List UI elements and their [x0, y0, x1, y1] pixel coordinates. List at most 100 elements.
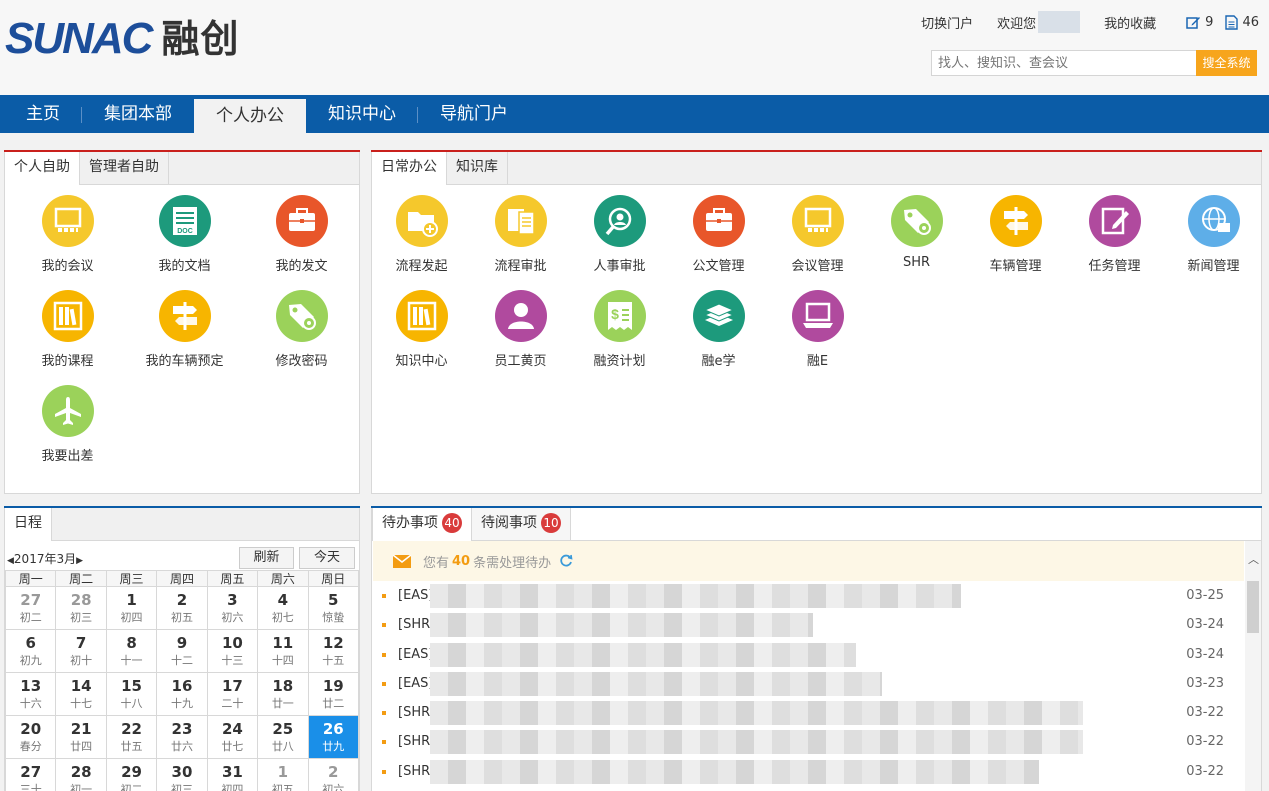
todo-row[interactable]: [EAS] 03-23 — [373, 670, 1244, 699]
daily-office-item[interactable]: 人事审批 — [570, 195, 669, 274]
calendar-day[interactable]: 13 十六 — [4, 672, 57, 716]
calendar-day[interactable]: 6 初九 — [4, 629, 57, 673]
calendar-day[interactable]: 25 廿八 — [257, 715, 309, 759]
daily-office-item[interactable]: SHR — [867, 195, 966, 274]
doc-count[interactable]: 46 — [1225, 15, 1259, 30]
prev-month-icon[interactable]: ◀ — [7, 556, 14, 566]
day-number: 27 — [20, 591, 42, 609]
todo-scrollbar[interactable]: ︿ — [1245, 541, 1261, 791]
calendar-day[interactable]: 14 十七 — [55, 672, 107, 716]
daily-office-item[interactable]: 流程发起 — [372, 195, 471, 274]
calendar-day[interactable]: 21 廿四 — [55, 715, 107, 759]
scroll-thumb[interactable] — [1247, 581, 1259, 633]
calendar-day[interactable]: 17 二十 — [206, 672, 259, 716]
todo-row[interactable]: [EAS] 03-24 — [373, 641, 1244, 670]
self-service-item[interactable]: 我的课程 — [9, 290, 126, 369]
tab-personal-self-service[interactable]: 个人自助 — [5, 151, 80, 185]
calendar-day[interactable]: 1 初四 — [105, 586, 158, 630]
nav-home[interactable]: 主页 — [0, 95, 82, 133]
calendar-day[interactable]: 19 廿二 — [307, 672, 360, 716]
calendar-day[interactable]: 23 廿六 — [156, 715, 208, 759]
todo-title-redacted[interactable] — [430, 613, 813, 638]
nav-personal-office[interactable]: 个人办公 — [194, 99, 306, 133]
calendar-day[interactable]: 18 廿一 — [257, 672, 309, 716]
daily-office-item[interactable]: 公文管理 — [669, 195, 768, 274]
calendar-day[interactable]: 12 十五 — [307, 629, 360, 673]
tab-knowledge-base[interactable]: 知识库 — [447, 151, 508, 184]
refresh-icon[interactable] — [559, 554, 573, 568]
calendar-day[interactable]: 1 初五 — [257, 758, 309, 791]
calendar-day[interactable]: 9 十二 — [156, 629, 208, 673]
todo-title-redacted[interactable] — [430, 701, 1083, 726]
tab-pending-tasks[interactable]: 待办事项 40 — [372, 507, 472, 541]
self-service-item[interactable]: 我要出差 — [9, 385, 126, 464]
calendar-day[interactable]: 29 初二 — [105, 758, 158, 791]
next-month-icon[interactable]: ▶ — [76, 556, 83, 566]
todo-source: [EAS] — [398, 646, 434, 662]
sunac-logo[interactable]: SUNAC 融创 — [5, 17, 239, 61]
calendar-day[interactable]: 5 惊蛰 — [307, 586, 360, 630]
todo-title-redacted[interactable] — [430, 759, 1039, 784]
search-all-button[interactable]: 搜全系统 — [1196, 50, 1257, 76]
todo-row[interactable]: [SHR] 03-24 — [373, 611, 1244, 640]
calendar-day[interactable]: 30 初三 — [156, 758, 208, 791]
tab-manager-self-service[interactable]: 管理者自助 — [80, 151, 169, 184]
favorites-link[interactable]: 我的收藏 — [1104, 13, 1156, 32]
self-service-item[interactable]: 我的车辆预定 — [126, 290, 243, 369]
search-input[interactable] — [931, 50, 1197, 76]
switch-portal-link[interactable]: 切换门户 — [921, 13, 973, 32]
calendar-day[interactable]: 28 初一 — [55, 758, 107, 791]
daily-office-item[interactable]: 员工黄页 — [471, 290, 570, 369]
daily-office-item[interactable]: $ 融资计划 — [570, 290, 669, 369]
self-service-item[interactable]: 我的发文 — [243, 195, 360, 274]
calendar-day[interactable]: 27 三十 — [4, 758, 57, 791]
todo-title-redacted[interactable] — [430, 730, 1083, 755]
calendar-day[interactable]: 31 初四 — [206, 758, 259, 791]
nav-navigation-portal[interactable]: 导航门户 — [418, 95, 530, 133]
nav-knowledge-center[interactable]: 知识中心 — [306, 95, 418, 133]
calendar-day[interactable]: 20 春分 — [4, 715, 57, 759]
daily-office-item[interactable]: 任务管理 — [1065, 195, 1164, 274]
todo-row[interactable]: [SHR] 03-22 — [373, 699, 1244, 728]
scroll-up-icon[interactable]: ︿ — [1248, 551, 1259, 567]
calendar-day[interactable]: 11 十四 — [257, 629, 309, 673]
self-service-item[interactable]: DOC 我的文档 — [126, 195, 243, 274]
calendar-day[interactable]: 22 廿五 — [105, 715, 158, 759]
tab-pending-reads[interactable]: 待阅事项 10 — [472, 507, 571, 540]
calendar-day[interactable]: 10 十三 — [206, 629, 259, 673]
tab-schedule[interactable]: 日程 — [5, 507, 52, 541]
calendar-day-today[interactable]: 26 廿九 — [307, 715, 360, 759]
edit-count[interactable]: 9 — [1186, 15, 1213, 30]
calendar-day[interactable]: 28 初三 — [55, 586, 107, 630]
nav-group-hq[interactable]: 集团本部 — [82, 95, 194, 133]
daily-office-item[interactable]: 流程审批 — [471, 195, 570, 274]
daily-office-item[interactable]: 会议管理 — [768, 195, 867, 274]
calendar-day[interactable]: 2 初六 — [307, 758, 360, 791]
calendar-day[interactable]: 16 十九 — [156, 672, 208, 716]
calendar-day[interactable]: 2 初五 — [156, 586, 208, 630]
daily-office-item[interactable]: 车辆管理 — [966, 195, 1065, 274]
daily-office-item[interactable]: 融e学 — [669, 290, 768, 369]
todo-row[interactable]: [SHR] 03-22 — [373, 728, 1244, 757]
calendar-day[interactable]: 24 廿七 — [206, 715, 259, 759]
calendar-day[interactable]: 3 初六 — [206, 586, 259, 630]
tab-daily-office[interactable]: 日常办公 — [372, 151, 447, 185]
calendar-day[interactable]: 7 初十 — [55, 629, 107, 673]
calendar-day[interactable]: 8 十一 — [105, 629, 158, 673]
daily-office-item[interactable]: 融E — [768, 290, 867, 369]
refresh-button[interactable]: 刷新 — [239, 547, 294, 569]
todo-title-redacted[interactable] — [430, 642, 856, 667]
daily-office-item[interactable]: 新闻管理 — [1164, 195, 1263, 274]
self-service-item[interactable]: 我的会议 — [9, 195, 126, 274]
today-button[interactable]: 今天 — [299, 547, 355, 569]
todo-row[interactable]: [EAS] 03-25 — [373, 582, 1244, 611]
self-service-item[interactable]: 修改密码 — [243, 290, 360, 369]
todo-title-redacted[interactable] — [430, 671, 882, 696]
calendar-day[interactable]: 27 初二 — [4, 586, 57, 630]
daily-office-item[interactable]: 知识中心 — [372, 290, 471, 369]
calendar-day[interactable]: 4 初七 — [257, 586, 309, 630]
todo-row[interactable]: [SHR] 03-22 — [373, 758, 1244, 787]
laptop-icon — [791, 290, 844, 342]
todo-title-redacted[interactable] — [430, 584, 961, 608]
calendar-day[interactable]: 15 十八 — [105, 672, 158, 716]
